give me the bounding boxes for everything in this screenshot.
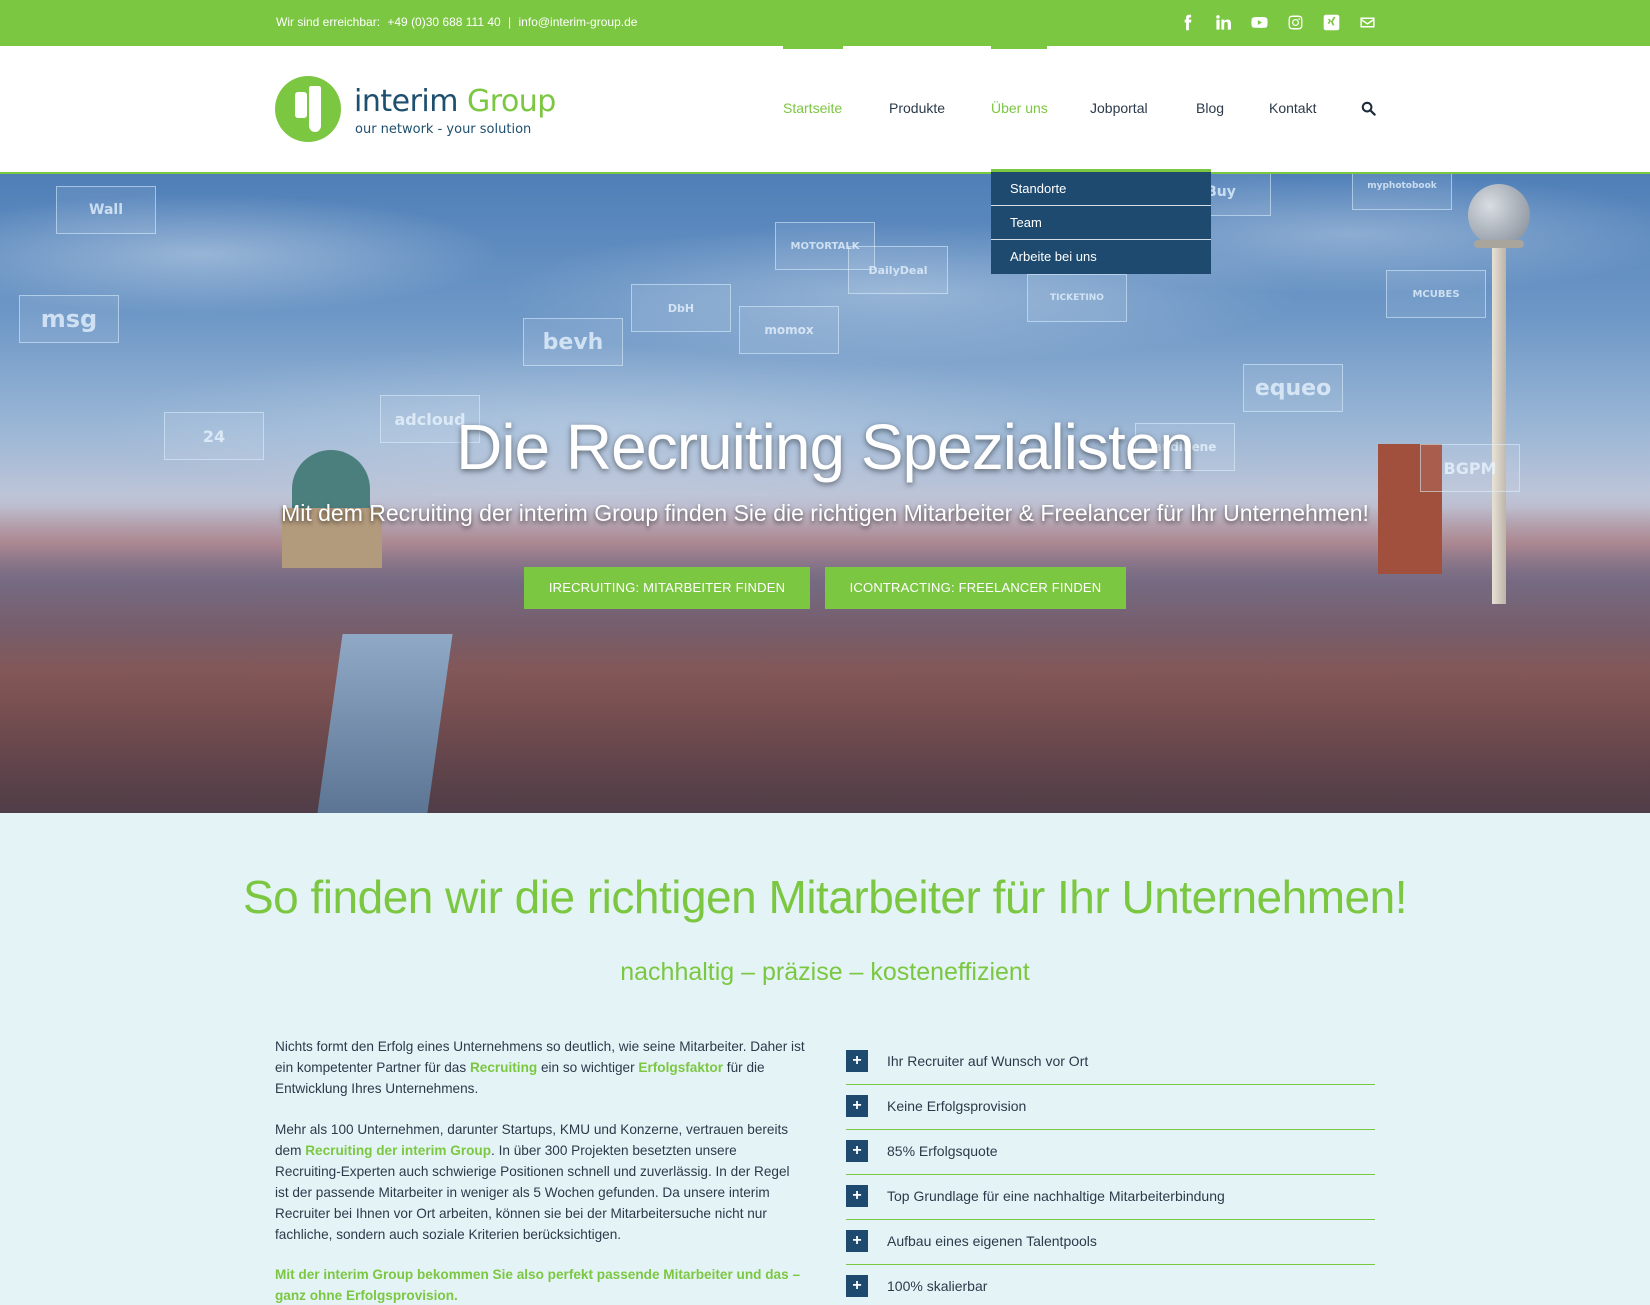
site-header: interim Group our network - your solutio… [0,46,1650,174]
intro-paragraph: Nichts formt den Erfolg eines Unternehme… [275,1039,805,1096]
ueber-uns-dropdown: Standorte Team Arbeite bei uns [991,169,1211,274]
nav-active-indicator [783,46,843,49]
nav-item-produkte[interactable]: Produkte [889,100,945,116]
conclusion-paragraph: Mit der interim Group bekommen Sie also … [275,1267,800,1303]
highlight-erfolgsfaktor: Erfolgsfaktor [638,1060,724,1075]
plus-icon[interactable]: + [846,1050,868,1072]
client-logo: TICKETINO [1027,274,1127,322]
plus-icon[interactable]: + [846,1095,868,1117]
client-logo: equeo [1243,364,1343,412]
hero-tv-tower-sphere [1468,184,1530,246]
list-item[interactable]: + 85% Erfolgsquote [846,1130,1375,1175]
xing-icon[interactable] [1322,13,1340,31]
client-logo: Wall [56,186,156,234]
plus-icon[interactable]: + [846,1185,868,1207]
client-logo: MOTORTALK [775,222,875,270]
client-logo: myphotobook [1352,174,1452,210]
list-item[interactable]: + Aufbau eines eigenen Talentpools [846,1220,1375,1265]
list-item[interactable]: + Keine Erfolgsprovision [846,1085,1375,1130]
hero-tv-tower [1492,214,1506,604]
hero-banner: Wall msg bevh adcloud 24 DailyDeal MOTOR… [0,174,1650,813]
hero-title: Die Recruiting Spezialisten [456,411,1195,483]
section-heading: So finden wir die richtigen Mitarbeiter … [242,871,1408,923]
plus-icon[interactable]: + [846,1230,868,1252]
dropdown-item-arbeite-bei-uns[interactable]: Arbeite bei uns [991,240,1211,274]
feature-label: 85% Erfolgsquote [887,1143,998,1159]
facebook-icon[interactable] [1178,13,1196,31]
contact-label: Wir sind erreichbar: [276,15,381,29]
list-item[interactable]: + 100% skalierbar [846,1265,1375,1305]
list-item[interactable]: + Ihr Recruiter auf Wunsch vor Ort [846,1040,1375,1085]
contact-email[interactable]: info@interim-group.de [519,15,638,29]
nav-item-jobportal[interactable]: Jobportal [1090,100,1148,116]
contact-info: Wir sind erreichbar: +49 (0)30 688 111 4… [276,15,641,29]
plus-icon[interactable]: + [846,1140,868,1162]
youtube-icon[interactable] [1250,13,1268,31]
list-item[interactable]: + Top Grundlage für eine nachhaltige Mit… [846,1175,1375,1220]
highlight-recruiting-interim[interactable]: Recruiting der interim Group [305,1143,491,1158]
feature-label: Ihr Recruiter auf Wunsch vor Ort [887,1053,1089,1069]
linkedin-icon[interactable] [1214,13,1232,31]
client-logo: momox [739,306,839,354]
main-nav: Startseite Produkte Über uns Jobportal B… [0,46,1650,174]
contact-separator: | [508,15,512,29]
trust-paragraph: Mehr als 100 Unternehmen, darunter Start… [275,1122,790,1242]
nav-item-blog[interactable]: Blog [1196,100,1224,116]
section-tagline: nachhaltig – präzise – kosteneffizient [620,958,1030,986]
contact-phone[interactable]: +49 (0)30 688 111 40 [387,15,500,29]
client-logo: bevh [523,318,623,366]
feature-list: + Ihr Recruiter auf Wunsch vor Ort + Kei… [846,1040,1375,1305]
highlight-recruiting: Recruiting [469,1060,538,1075]
feature-label: Keine Erfolgsprovision [887,1098,1027,1114]
dropdown-item-team[interactable]: Team [991,206,1211,240]
feature-label: 100% skalierbar [887,1278,988,1294]
plus-icon[interactable]: + [846,1275,868,1297]
feature-label: Aufbau eines eigenen Talentpools [887,1233,1097,1249]
mail-icon[interactable] [1358,13,1376,31]
client-logo: msg [19,295,119,343]
search-icon[interactable] [1361,101,1377,117]
hero-subtitle: Mit dem Recruiting der interim Group fin… [281,500,1369,526]
nav-open-indicator [991,46,1047,49]
instagram-icon[interactable] [1286,13,1304,31]
nav-item-ueber-uns[interactable]: Über uns [991,100,1048,116]
top-bar: Wir sind erreichbar: +49 (0)30 688 111 4… [0,0,1650,46]
hero-tv-tower-ring [1474,240,1524,248]
client-logo: DbH [631,284,731,332]
social-links [1178,13,1376,31]
nav-item-startseite[interactable]: Startseite [783,100,842,116]
cta-contracting-button[interactable]: ICONTRACTING: FREELANCER FINDEN [825,567,1126,609]
dropdown-item-standorte[interactable]: Standorte [991,172,1211,206]
nav-item-kontakt[interactable]: Kontakt [1269,100,1316,116]
client-logo: MCUBES [1386,270,1486,318]
cta-recruiting-button[interactable]: IRECRUITING: MITARBEITER FINDEN [524,567,810,609]
feature-label: Top Grundlage für eine nachhaltige Mitar… [887,1188,1225,1204]
